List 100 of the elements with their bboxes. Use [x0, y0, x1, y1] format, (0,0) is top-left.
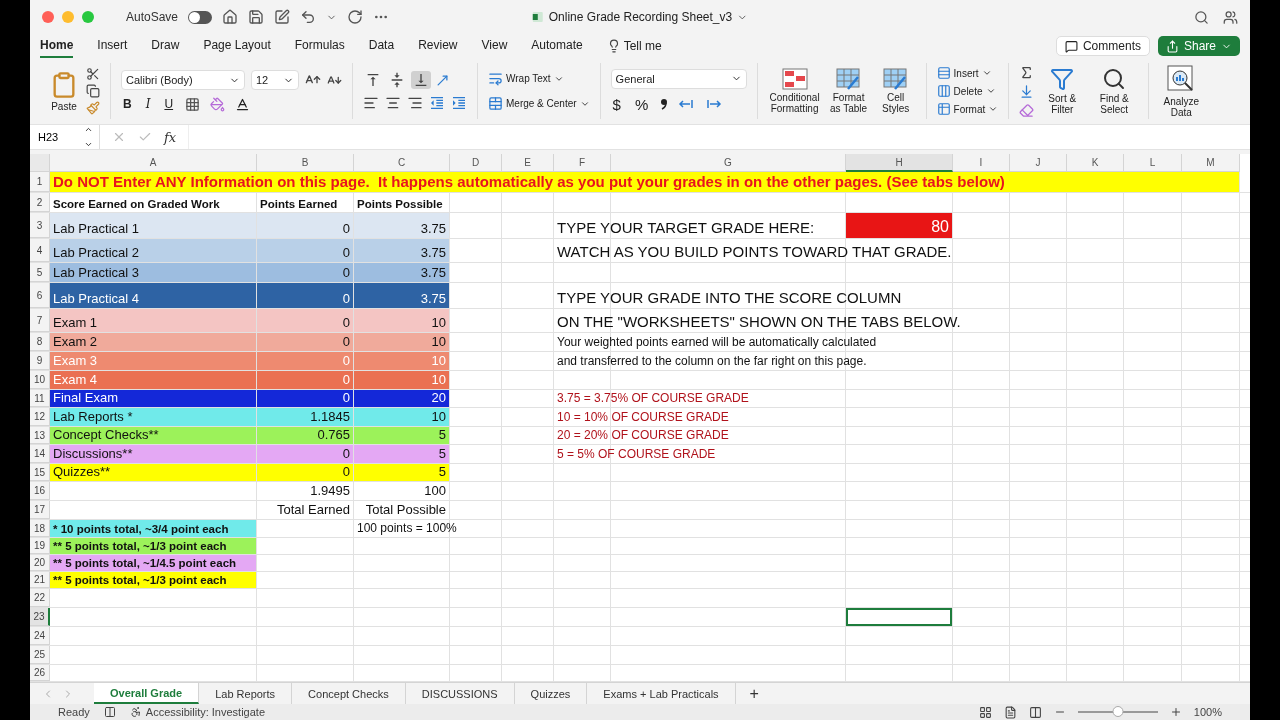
percent-button[interactable]: % — [632, 94, 651, 114]
ribbon-tab[interactable]: Data — [368, 34, 395, 58]
wrap-text-button[interactable]: Wrap Text — [488, 71, 590, 86]
table-cell[interactable]: 1.1845 — [257, 408, 353, 426]
accessibility-status[interactable]: Accessibility: Investigate — [145, 706, 265, 718]
table-cell[interactable]: Exam 1 — [50, 309, 256, 332]
paste-button[interactable]: Paste — [48, 70, 80, 112]
increase-indent-icon[interactable] — [451, 95, 467, 111]
fill-color-icon[interactable] — [210, 96, 226, 112]
table-cell[interactable]: Do NOT Enter ANY Information on this page. It happens automatically as you put your grades in on the other pages. (See tabs below) — [50, 172, 1239, 192]
table-cell[interactable]: Exam 2 — [50, 333, 256, 351]
number-format-select[interactable]: General — [610, 68, 747, 89]
delete-button[interactable]: Delete — [936, 84, 999, 98]
row-number[interactable]: 15 — [30, 464, 50, 481]
table-cell[interactable]: 80 — [846, 213, 952, 238]
table-cell[interactable]: 5 — [354, 427, 449, 444]
column-header[interactable]: B — [257, 154, 354, 172]
row-number[interactable]: 25 — [30, 646, 50, 664]
table-cell[interactable]: Quizzes** — [50, 464, 256, 481]
comma-style-icon[interactable] — [660, 98, 669, 110]
ribbon-tab[interactable]: Insert — [97, 34, 128, 58]
table-cell[interactable]: 0 — [257, 239, 353, 262]
vertical-align-button[interactable] — [411, 71, 431, 89]
table-cell[interactable]: ** 5 points total, ~1/3 point each — [50, 538, 256, 554]
row-number[interactable]: 11 — [30, 390, 50, 407]
table-cell[interactable]: Points Earned — [257, 193, 353, 212]
table-cell[interactable]: Lab Reports * — [50, 408, 256, 426]
merge-center-button[interactable]: Merge & Center — [488, 96, 590, 111]
cell-styles-button[interactable]: Cell Styles — [875, 68, 916, 114]
column-header[interactable]: A — [50, 154, 257, 172]
table-cell[interactable]: Total Possible — [354, 501, 449, 519]
copy-icon[interactable] — [86, 84, 100, 98]
find-select-button[interactable]: Find & Select — [1090, 67, 1139, 115]
table-cell[interactable]: 10 — [354, 408, 449, 426]
table-cell[interactable]: ON THE "WORKSHEETS" SHOWN ON THE TABS BELOW. — [554, 309, 1239, 332]
column-header[interactable]: G — [611, 154, 846, 172]
align-left-icon[interactable] — [363, 95, 379, 111]
row-number[interactable]: 26 — [30, 665, 50, 681]
font-select[interactable]: Calibri (Body) — [121, 70, 245, 90]
page-layout-icon[interactable] — [1003, 705, 1017, 719]
row-number[interactable]: 20 — [30, 555, 50, 571]
sheet-tab[interactable]: Overall Grade — [94, 683, 200, 704]
page-break-icon[interactable] — [1028, 705, 1042, 719]
selected-cell[interactable] — [846, 608, 952, 626]
zoom-slider-thumb[interactable] — [1112, 706, 1124, 717]
table-cell[interactable]: 1.9495 — [257, 482, 353, 500]
table-cell[interactable]: Score Earned on Graded Work — [50, 193, 256, 212]
table-cell[interactable]: * 10 points total, ~3/4 point each — [50, 520, 256, 537]
save-icon[interactable] — [248, 9, 265, 25]
conditional-formatting-button[interactable]: Conditional Formatting — [767, 68, 822, 114]
table-cell[interactable]: 10 — [354, 309, 449, 332]
ribbon-tab[interactable]: Home — [40, 34, 74, 58]
caret-icon[interactable] — [84, 140, 93, 149]
macro-icon[interactable] — [103, 706, 116, 718]
table-cell[interactable]: Lab Practical 1 — [50, 213, 256, 238]
row-number[interactable]: 17 — [30, 501, 50, 519]
table-cell[interactable]: 100 points = 100% — [354, 520, 1239, 537]
table-cell[interactable]: 20 = 20% OF COURSE GRADE — [554, 427, 1239, 444]
ribbon-tab[interactable]: Automate — [531, 34, 583, 58]
tell-me-field[interactable]: Tell me — [623, 39, 662, 53]
ribbon-tab[interactable]: Page Layout — [203, 34, 271, 58]
row-number[interactable]: 10 — [30, 371, 50, 389]
table-cell[interactable]: 100 — [354, 482, 449, 500]
row-number[interactable]: 9 — [30, 352, 50, 370]
column-header[interactable]: E — [502, 154, 554, 172]
home-icon[interactable] — [222, 9, 239, 25]
row-number[interactable]: 8 — [30, 333, 50, 351]
ribbon-tab[interactable]: View — [481, 34, 508, 58]
table-cell[interactable]: TYPE YOUR GRADE INTO THE SCORE COLUMN — [554, 283, 1239, 308]
check-icon[interactable] — [138, 130, 152, 144]
table-cell[interactable]: Lab Practical 3 — [50, 263, 256, 282]
table-cell[interactable]: 0 — [257, 445, 353, 463]
column-header[interactable]: C — [354, 154, 450, 172]
people-icon[interactable] — [1223, 9, 1238, 25]
align-center-icon[interactable] — [385, 95, 401, 111]
format-button[interactable]: Format — [936, 102, 999, 116]
column-header[interactable]: D — [450, 154, 502, 172]
accessibility-icon[interactable] — [129, 706, 142, 718]
column-header[interactable]: L — [1124, 154, 1182, 172]
column-header[interactable]: I — [953, 154, 1010, 172]
row-number[interactable]: 5 — [30, 263, 50, 282]
table-cell[interactable]: 0 — [257, 309, 353, 332]
borders-icon[interactable] — [185, 96, 201, 112]
table-cell[interactable]: Discussions** — [50, 445, 256, 463]
column-header[interactable]: J — [1010, 154, 1067, 172]
decrease-indent-icon[interactable] — [429, 95, 445, 111]
table-cell[interactable]: 0 — [257, 390, 353, 407]
insert-button[interactable]: Insert — [936, 66, 999, 80]
table-cell[interactable]: Your weighted points earned will be automatically calculated — [554, 333, 1239, 351]
row-number[interactable]: 7 — [30, 309, 50, 332]
format-as-table-button[interactable]: Format as Table — [827, 68, 870, 114]
table-cell[interactable]: 10 — [354, 333, 449, 351]
table-cell[interactable]: 10 = 10% OF COURSE GRADE — [554, 408, 1239, 426]
row-number[interactable]: 13 — [30, 427, 50, 444]
close-button[interactable] — [42, 11, 54, 23]
column-header[interactable]: K — [1067, 154, 1124, 172]
bold-button[interactable]: B — [121, 96, 134, 112]
table-cell[interactable]: Points Possible — [354, 193, 1239, 212]
table-cell[interactable]: 0 — [257, 263, 353, 282]
table-cell[interactable]: 0 — [257, 333, 353, 351]
